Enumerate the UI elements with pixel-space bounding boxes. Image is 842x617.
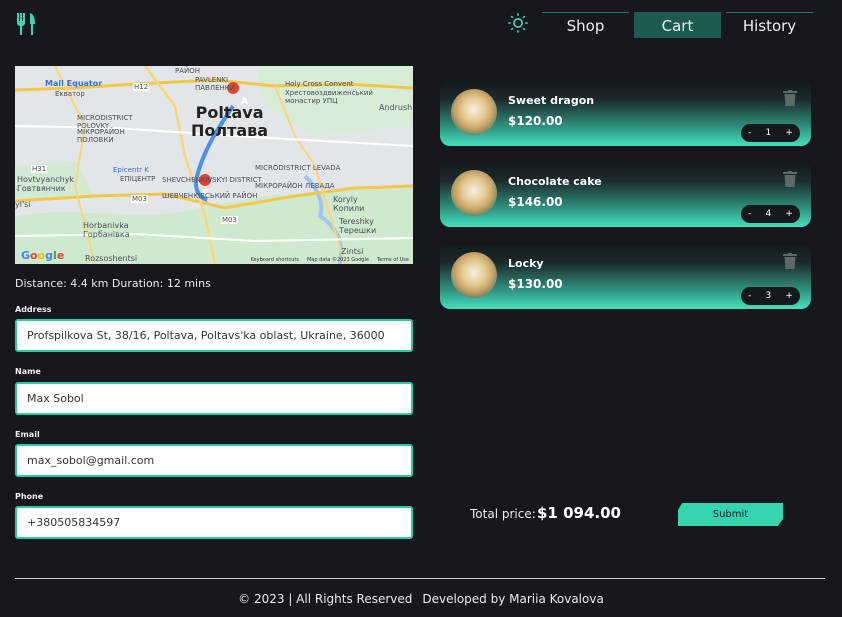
cart-item-price: $120.00 xyxy=(508,114,563,128)
quantity-stepper: - 3 + xyxy=(741,287,800,305)
cart-item-name: Chocolate cake xyxy=(508,175,602,188)
map-label-mall: Mall Equator xyxy=(45,79,103,88)
map-label-levada: MICRODISTRICT LEVADA xyxy=(255,164,341,172)
map-label-hovtvyanchyk-ua: Говтвянчик xyxy=(17,184,66,193)
cake-image xyxy=(451,89,497,135)
developer-credit: Developed by Mariia Kovalova xyxy=(422,592,604,606)
phone-field[interactable]: +380505834597 xyxy=(15,506,413,539)
map-terms-link[interactable]: Terms of Use xyxy=(377,257,409,263)
quantity-value: 4 xyxy=(765,209,772,219)
address-field[interactable]: Profspilkova St, 38/16, Poltava, Poltavs… xyxy=(15,319,413,352)
cart-item-price: $130.00 xyxy=(508,277,563,291)
cart-item: Chocolate cake $146.00 - 4 + xyxy=(440,161,811,227)
map-road-h31: H31 xyxy=(31,165,48,173)
map-label-epicentr: Epicentr K xyxy=(113,166,149,174)
nav-tab-shop[interactable]: Shop xyxy=(542,12,629,38)
map-label-koryly: Koryly xyxy=(333,195,358,204)
map-city-label: Poltava Полтава xyxy=(191,104,268,140)
footer-divider xyxy=(15,578,825,579)
map-label-polovky-ua: МІКРОРАЙОН ПОЛОВКИ xyxy=(77,128,125,144)
map-label-yil: yl'si xyxy=(15,200,31,209)
quantity-stepper: - 4 + xyxy=(741,205,800,223)
map-label-zintsi: Zintsi xyxy=(341,247,364,256)
email-field[interactable]: max_sobol@gmail.com xyxy=(15,444,413,477)
map-label-horbanivka-ua: Горбанівка xyxy=(83,230,130,239)
map-road-m03: M03 xyxy=(131,195,148,203)
phone-value: +380505834597 xyxy=(27,516,121,529)
trash-icon[interactable] xyxy=(783,253,797,269)
increment-button[interactable]: + xyxy=(785,209,793,219)
map-label-tereshky-ua: Терешки xyxy=(339,226,377,235)
cart-item-name: Sweet dragon xyxy=(508,94,595,107)
map-label-rozsoshentsi: Rozsoshentsi xyxy=(85,254,138,263)
cart-item-name: Locky xyxy=(508,257,544,270)
map-shortcuts-link[interactable]: Keyboard shortcuts xyxy=(251,257,299,263)
fork-knife-icon[interactable] xyxy=(15,12,39,36)
map-footer: Keyboard shortcuts Map data ©2023 Google… xyxy=(251,257,409,263)
email-value: max_sobol@gmail.com xyxy=(27,454,155,467)
map-label-tereshky: Tereshky xyxy=(339,217,374,226)
map-data-text: Map data ©2023 Google xyxy=(306,257,369,263)
map-label-horbanivka: Horbanivka xyxy=(83,221,129,230)
map-label-koryly-ua: Копили xyxy=(333,204,365,213)
decrement-button[interactable]: - xyxy=(748,128,751,138)
map-label-rayon: РАЙОН xyxy=(175,67,201,75)
map-city-en: Poltava xyxy=(195,103,264,122)
route-summary: Distance: 4.4 km Duration: 12 mins xyxy=(15,277,211,290)
decrement-button[interactable]: - xyxy=(748,291,751,301)
phone-label: Phone xyxy=(15,492,44,501)
decrement-button[interactable]: - xyxy=(748,209,751,219)
map-label-levada-ua: МІКРОРАЙОН ЛЕВАДА xyxy=(255,182,335,190)
map-label-andrush: Andrush xyxy=(379,103,413,112)
map-label-holy-cross-ua: Хрестовоздвиженський монастир УПЦ xyxy=(285,89,373,105)
name-field[interactable]: Max Sobol xyxy=(15,382,413,415)
email-label: Email xyxy=(15,430,40,439)
main-nav: Shop Cart History xyxy=(542,12,813,38)
nav-tab-history[interactable]: History xyxy=(726,12,813,38)
map-city-ua: Полтава xyxy=(191,121,269,140)
cake-image xyxy=(451,170,497,216)
cart-item-price: $146.00 xyxy=(508,195,563,209)
trash-icon[interactable] xyxy=(783,90,797,106)
cart-item: Locky $130.00 - 3 + xyxy=(440,243,811,309)
increment-button[interactable]: + xyxy=(785,128,793,138)
sun-icon[interactable] xyxy=(507,12,529,34)
quantity-value: 1 xyxy=(765,128,772,138)
copyright-text: © 2023 | All Rights Reserved xyxy=(238,592,413,606)
map-label-epicentr-ua: ЕПІЦЕНТР xyxy=(120,175,156,183)
map-label-shevchenkivskyi-ua: ШЕВЧЕНКІВСЬКИЙ РАЙОН xyxy=(162,192,258,200)
map-road-m03-2: M03 xyxy=(221,216,238,224)
cart-item: Sweet dragon $120.00 - 1 + xyxy=(440,80,811,146)
map-label-holy-cross: Holy Cross Convent xyxy=(285,80,354,88)
map-label-pavlenky: PAVLENKI xyxy=(195,76,229,84)
trash-icon[interactable] xyxy=(783,171,797,187)
cake-image xyxy=(451,252,497,298)
map-label-hovtvyanchyk: Hovtvyanchyk xyxy=(17,175,75,184)
name-value: Max Sobol xyxy=(27,392,84,405)
map-label-shevchenkivskyi: SHEVCHENKIVSKYI DISTRICT xyxy=(162,176,262,184)
address-label: Address xyxy=(15,305,52,314)
address-value: Profspilkova St, 38/16, Poltava, Poltavs… xyxy=(27,329,385,342)
quantity-stepper: - 1 + xyxy=(741,124,800,142)
increment-button[interactable]: + xyxy=(785,291,793,301)
google-logo: Google xyxy=(21,249,65,262)
total-price-value: $1 094.00 xyxy=(537,504,621,522)
map-label-pavlenky-ua: ПАВЛЕНКИ xyxy=(195,84,236,92)
name-label: Name xyxy=(15,367,41,376)
total-price-label: Total price: xyxy=(470,507,536,521)
quantity-value: 3 xyxy=(765,291,772,301)
nav-tab-cart[interactable]: Cart xyxy=(634,12,721,38)
page-footer: © 2023 | All Rights Reserved Developed by… xyxy=(0,592,842,606)
submit-button[interactable]: Submit xyxy=(678,503,783,526)
map-label-mall-ua: Екватор xyxy=(55,90,85,98)
map-road-h12: H12 xyxy=(133,83,150,91)
route-map[interactable]: A B Poltava Полтава Mall Equator Екватор… xyxy=(15,66,413,264)
